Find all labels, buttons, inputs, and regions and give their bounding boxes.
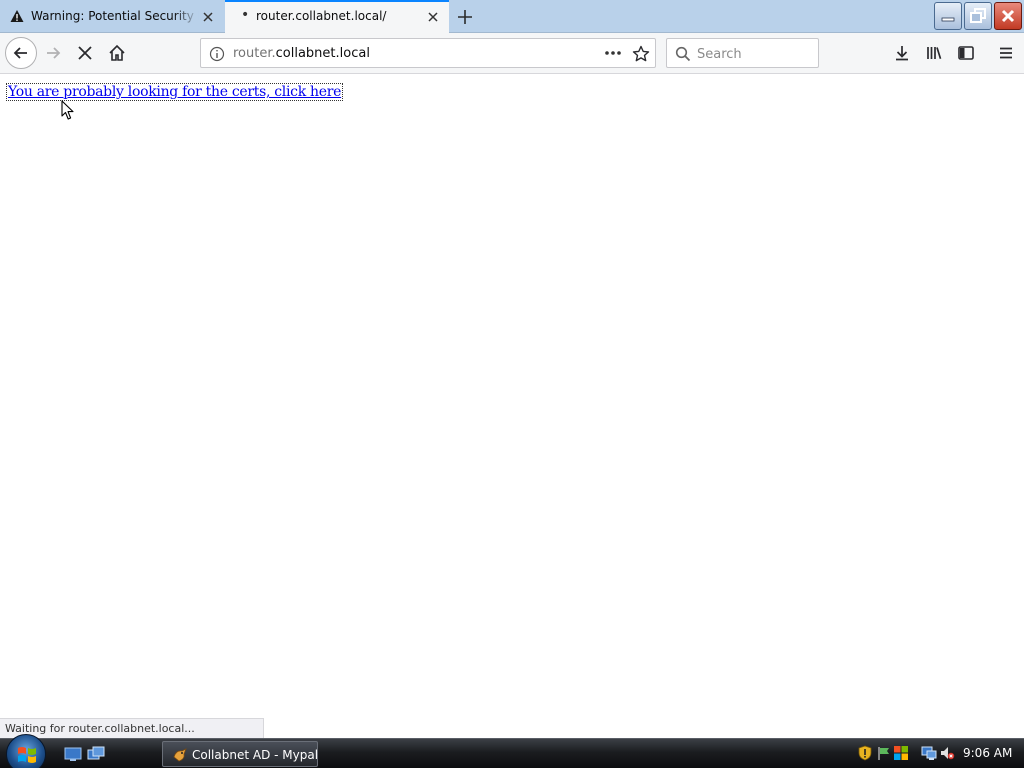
switch-windows-icon[interactable] [87, 746, 105, 762]
url-subdomain: router. [233, 46, 276, 61]
info-icon[interactable] [209, 46, 225, 62]
url-bar[interactable]: router.collabnet.local [200, 38, 656, 68]
search-input[interactable] [697, 45, 812, 63]
tab-router[interactable]: • router.collabnet.local/ [225, 0, 449, 34]
search-icon [675, 46, 691, 62]
arrow-left-icon [13, 47, 27, 59]
stop-button[interactable] [71, 39, 99, 67]
taskbar-item-mypal[interactable]: Collabnet AD - Mypal [162, 741, 318, 767]
url-domain: collabnet.local [275, 46, 370, 61]
windows-logo-icon [18, 747, 36, 763]
close-icon[interactable] [425, 9, 441, 25]
mouse-cursor-icon [61, 100, 74, 120]
bookmark-star-icon[interactable] [632, 45, 650, 63]
security-shield-icon[interactable] [857, 745, 873, 761]
arrow-right-icon [47, 47, 61, 59]
loading-dot-icon: • [241, 7, 250, 23]
start-button[interactable] [6, 734, 46, 768]
volume-muted-icon[interactable] [939, 745, 955, 761]
show-desktop-icon[interactable] [64, 746, 82, 762]
stop-x-icon [78, 46, 92, 60]
warning-icon [10, 9, 24, 23]
new-tab-plus-icon[interactable] [455, 7, 475, 27]
close-window-button[interactable] [994, 2, 1022, 30]
back-button[interactable] [5, 37, 37, 69]
sidebar-toggle-button[interactable] [952, 39, 980, 67]
search-bar[interactable] [666, 38, 819, 68]
taskbar-clock[interactable]: 9:06 AM [963, 746, 1012, 760]
taskbar: Collabnet AD - Mypal 9:06 AM [0, 734, 1024, 768]
library-button[interactable] [920, 39, 948, 67]
navigation-toolbar: router.collabnet.local [0, 33, 1024, 74]
tab-title: router.collabnet.local/ [256, 9, 387, 23]
status-text: Waiting for router.collabnet.local... [0, 718, 264, 738]
menu-button[interactable] [992, 39, 1020, 67]
close-icon[interactable] [200, 9, 216, 25]
action-center-flag-icon[interactable] [876, 745, 892, 761]
network-icon[interactable] [921, 745, 937, 761]
library-icon [927, 47, 942, 60]
download-arrow-icon [896, 46, 908, 61]
taskbar-item-label: Collabnet AD - Mypal [192, 748, 319, 762]
page-actions-ellipsis-icon[interactable] [603, 45, 623, 61]
sidebar-icon [958, 46, 974, 60]
minimize-button[interactable] [934, 2, 962, 30]
downloads-button[interactable] [888, 39, 916, 67]
tab-security-warning[interactable]: Warning: Potential Security Risk Ahead [0, 0, 224, 33]
mypal-app-icon [172, 747, 188, 763]
page-content: You are probably looking for the certs, … [0, 75, 1024, 738]
certs-link[interactable]: You are probably looking for the certs, … [5, 83, 344, 101]
tab-title: Warning: Potential Security Risk Ahead [31, 9, 199, 23]
hamburger-menu-icon [1000, 47, 1012, 59]
url-text[interactable]: router.collabnet.local [233, 46, 370, 61]
home-icon [109, 44, 125, 61]
tab-strip: Warning: Potential Security Risk Ahead •… [0, 0, 1024, 34]
home-button[interactable] [103, 39, 131, 67]
windows-update-icon[interactable] [893, 745, 909, 761]
forward-button[interactable] [39, 39, 67, 67]
restore-button[interactable] [964, 2, 992, 30]
